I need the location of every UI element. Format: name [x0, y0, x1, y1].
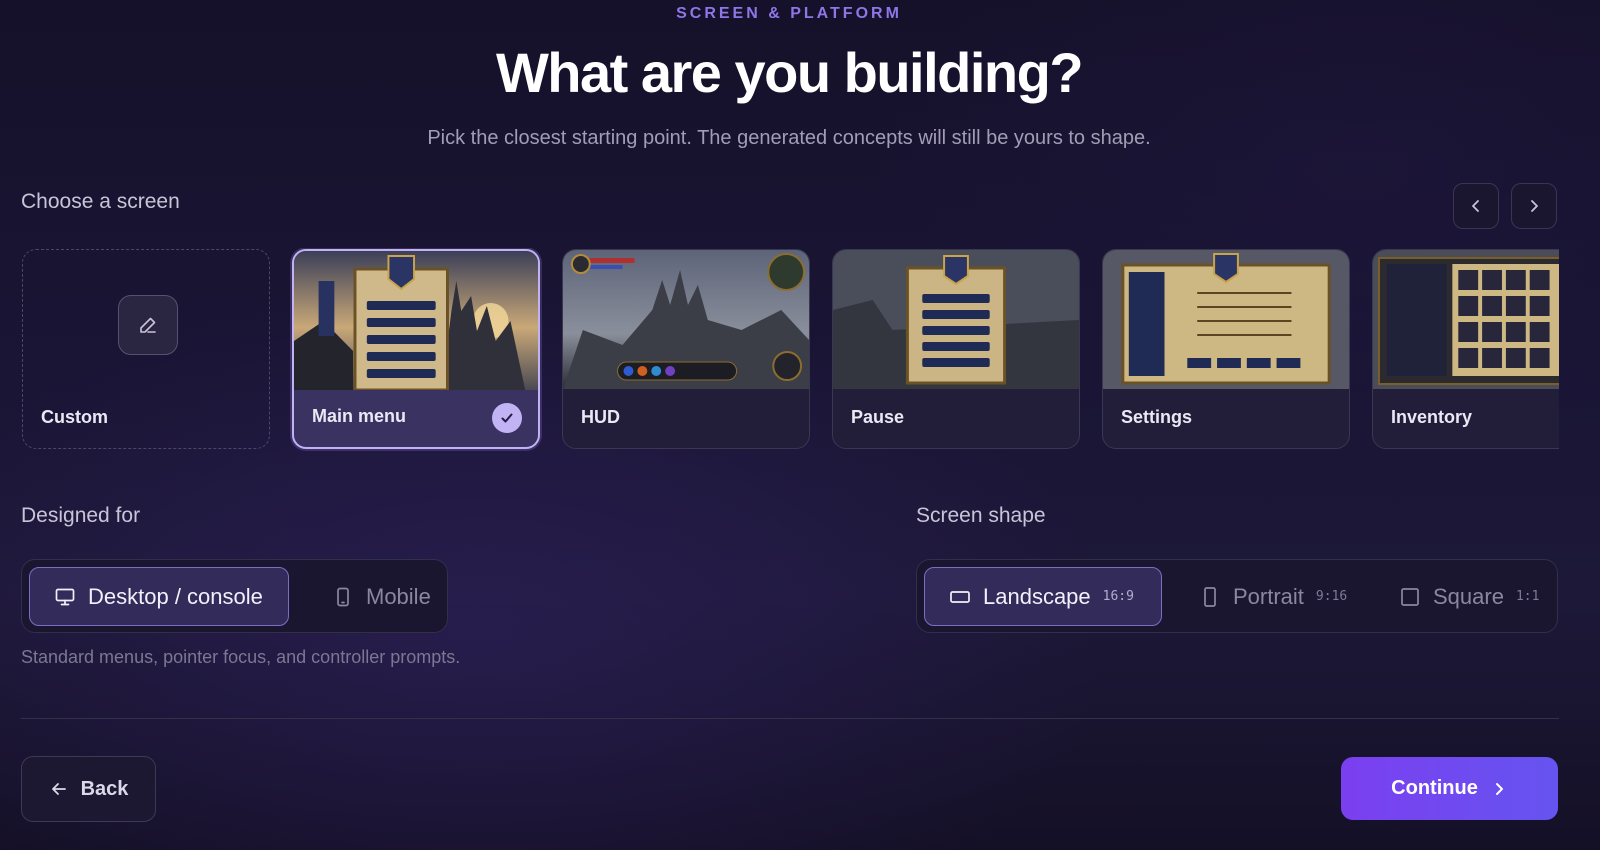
- settings-thumbnail: [1103, 250, 1349, 389]
- card-label: Inventory: [1391, 407, 1473, 427]
- shape-option-portrait[interactable]: Portrait 9:16: [1179, 567, 1359, 626]
- card-label: Pause: [851, 407, 905, 427]
- selected-check-badge: [492, 403, 522, 433]
- back-button[interactable]: Back: [21, 756, 156, 822]
- card-label: Settings: [1121, 407, 1193, 427]
- landscape-icon: [950, 590, 970, 603]
- screen-card-main-menu[interactable]: Main menu: [292, 249, 540, 449]
- check-icon: [501, 413, 513, 423]
- eyebrow: SCREEN & PLATFORM: [676, 5, 902, 22]
- screen-card-custom[interactable]: Custom: [22, 249, 270, 449]
- screen-card-inventory[interactable]: Inventory: [1372, 249, 1559, 449]
- page-title: What are you building?: [495, 41, 1084, 104]
- shape-segmented-control: Landscape 16:9 Portrait 9:16 Square 1:1: [916, 559, 1558, 633]
- phone-icon: [337, 587, 349, 606]
- square-icon: [1401, 587, 1419, 606]
- shape-option-label: Square: [1433, 583, 1504, 609]
- platform-option-mobile[interactable]: Mobile: [312, 567, 442, 626]
- platform-option-desktop[interactable]: Desktop / console: [29, 567, 289, 626]
- screen-carousel: Custom Main menu HUD Pause Settings Inve…: [21, 248, 1559, 451]
- card-label: Custom: [41, 407, 108, 427]
- choose-screen-label: Choose a screen: [21, 190, 180, 213]
- platform-option-label: Desktop / console: [88, 583, 263, 609]
- designed-for-label: Designed for: [21, 504, 141, 527]
- carousel-next-button[interactable]: [1511, 183, 1557, 229]
- chevron-right-icon: [1495, 782, 1503, 795]
- chevron-left-icon: [1472, 200, 1479, 212]
- hud-thumbnail: [563, 250, 809, 389]
- back-button-label: Back: [80, 777, 129, 800]
- chevron-right-icon: [1531, 200, 1538, 212]
- shape-ratio: 16:9: [1102, 589, 1134, 604]
- pause-thumbnail: [833, 250, 1079, 389]
- continue-button[interactable]: Continue: [1341, 757, 1558, 820]
- divider: [21, 718, 1559, 719]
- platform-segmented-control: Desktop / console Mobile: [21, 559, 448, 633]
- shape-ratio: 1:1: [1515, 589, 1540, 604]
- main-menu-thumbnail: [294, 251, 538, 390]
- screen-shape-label: Screen shape: [916, 504, 1046, 527]
- page-subtitle: Pick the closest starting point. The gen…: [427, 127, 1151, 149]
- platform-option-label: Mobile: [366, 583, 431, 609]
- continue-button-label: Continue: [1391, 777, 1478, 799]
- screen-card-hud[interactable]: HUD: [562, 249, 810, 449]
- card-label: Main menu: [312, 406, 407, 426]
- carousel-prev-button[interactable]: [1453, 183, 1499, 229]
- pencil-icon: [140, 317, 156, 333]
- platform-hint: Standard menus, pointer focus, and contr…: [21, 647, 461, 667]
- portrait-icon: [1204, 586, 1216, 607]
- shape-option-square[interactable]: Square 1:1: [1379, 567, 1551, 626]
- shape-option-label: Landscape: [983, 583, 1091, 609]
- arrow-left-icon: [51, 783, 66, 795]
- screen-card-settings[interactable]: Settings: [1102, 249, 1350, 449]
- monitor-icon: [55, 588, 75, 605]
- inventory-thumbnail: [1373, 250, 1559, 389]
- shape-ratio: 9:16: [1315, 589, 1348, 604]
- card-label: HUD: [581, 407, 620, 427]
- shape-option-label: Portrait: [1233, 583, 1304, 609]
- custom-icon-box: [118, 295, 178, 355]
- screen-card-pause[interactable]: Pause: [832, 249, 1080, 449]
- shape-option-landscape[interactable]: Landscape 16:9: [924, 567, 1162, 626]
